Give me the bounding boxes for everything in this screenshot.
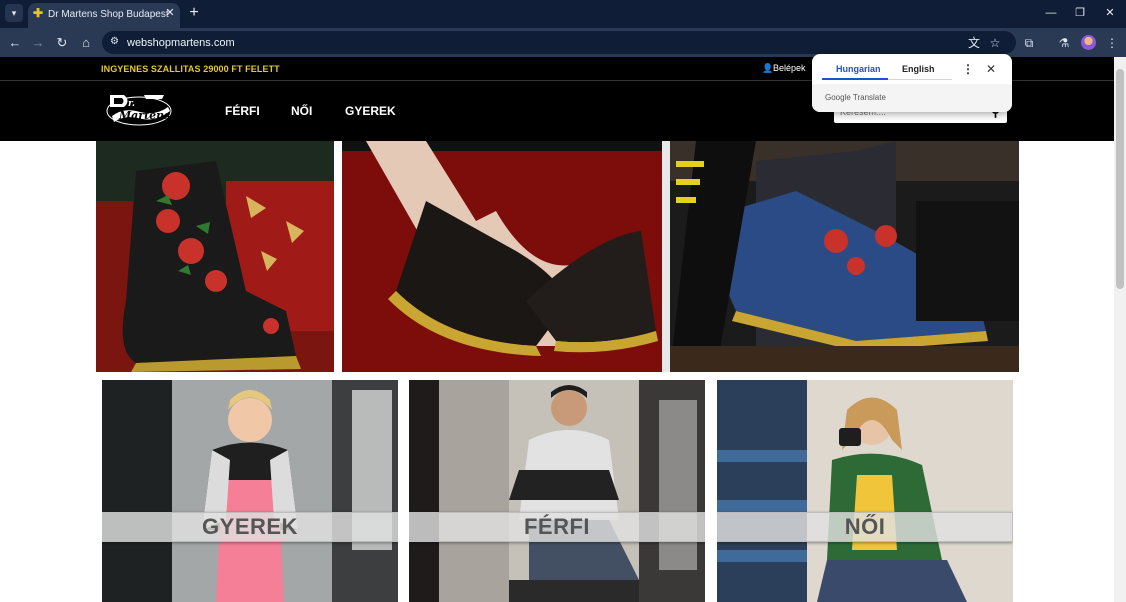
category-card-noi[interactable]: NŐI — [717, 380, 1013, 602]
minimize-icon[interactable]: — — [1041, 5, 1061, 21]
source-language-tab[interactable]: Hungarian — [836, 64, 881, 74]
browser-tab-bar: ▾ ✚ Dr Martens Shop Budapest - Fé ✕ + — … — [0, 0, 1126, 28]
browser-toolbar: ← → ↻ ⌂ ⚙ webshopmartens.com 文 ☆ ⧉ ⚗ ⋮ — [0, 28, 1126, 57]
category-gyerek-image — [102, 380, 398, 602]
dr-martens-logo[interactable]: r. Martens — [104, 89, 174, 129]
site-info-icon[interactable]: ⚙ — [110, 36, 122, 48]
login-link[interactable]: 👤Belépek — [762, 63, 806, 74]
svg-text:r.: r. — [128, 99, 135, 109]
hero-banner-image — [96, 141, 1019, 372]
close-icon[interactable]: ✕ — [984, 62, 998, 76]
new-tab-icon[interactable]: + — [186, 5, 202, 21]
extensions-icon[interactable]: ⧉ — [1020, 34, 1038, 52]
close-window-icon[interactable]: ✕ — [1100, 5, 1120, 21]
close-tab-icon[interactable]: ✕ — [164, 7, 176, 19]
nav-ferfi[interactable]: FÉRFI — [225, 104, 260, 118]
tab-list-icon[interactable]: ▾ — [5, 4, 23, 22]
menu-icon[interactable]: ⋮ — [1103, 34, 1121, 52]
category-ferfi-image — [409, 380, 705, 602]
tab-title: Dr Martens Shop Budapest - Fé — [48, 9, 170, 20]
web-page: INGYENES SZALLITAS 29000 FT FELETT 👤Belé… — [0, 57, 1114, 602]
reload-icon[interactable]: ↻ — [53, 34, 71, 52]
nav-gyerek[interactable]: GYEREK — [345, 104, 396, 118]
address-bar[interactable]: ⚙ webshopmartens.com 文 ☆ — [102, 31, 1016, 54]
restore-icon[interactable]: ❐ — [1070, 5, 1090, 21]
category-card-gyerek[interactable]: GYEREK — [102, 380, 398, 602]
category-label-noi: NŐI — [717, 512, 1013, 542]
scrollbar-thumb[interactable] — [1116, 69, 1124, 289]
login-label: Belépek — [773, 63, 806, 73]
translate-popup: Hungarian English ⋮ ✕ Google Translate — [812, 54, 1012, 112]
more-options-icon[interactable]: ⋮ — [962, 62, 974, 76]
free-shipping-text: INGYENES SZALLITAS 29000 FT FELETT — [101, 64, 280, 74]
nav-noi[interactable]: NŐI — [291, 104, 312, 118]
category-card-ferfi[interactable]: FÉRFI — [409, 380, 705, 602]
category-label-ferfi: FÉRFI — [409, 512, 705, 542]
google-translate-label: Google Translate — [825, 93, 886, 102]
url-text[interactable]: webshopmartens.com — [127, 37, 235, 49]
active-tab-indicator — [822, 78, 888, 80]
translate-brand-bar: Google Translate — [812, 84, 1012, 112]
target-language-tab[interactable]: English — [902, 64, 935, 74]
star-icon[interactable]: ☆ — [987, 35, 1003, 51]
labs-icon[interactable]: ⚗ — [1055, 34, 1073, 52]
page-scrollbar[interactable] — [1114, 57, 1126, 602]
category-label-gyerek: GYEREK — [102, 512, 398, 542]
svg-text:Martens: Martens — [118, 109, 170, 122]
forward-icon[interactable]: → — [29, 34, 47, 52]
translate-icon[interactable]: 文 — [966, 35, 982, 51]
home-icon[interactable]: ⌂ — [77, 34, 95, 52]
profile-avatar[interactable] — [1081, 35, 1096, 50]
hero-banner[interactable] — [96, 141, 1019, 372]
back-icon[interactable]: ← — [6, 34, 24, 52]
user-icon: 👤 — [762, 63, 774, 73]
browser-tab[interactable]: ✚ Dr Martens Shop Budapest - Fé ✕ — [28, 3, 180, 28]
category-noi-image — [717, 380, 1013, 602]
favicon-icon: ✚ — [33, 6, 44, 20]
